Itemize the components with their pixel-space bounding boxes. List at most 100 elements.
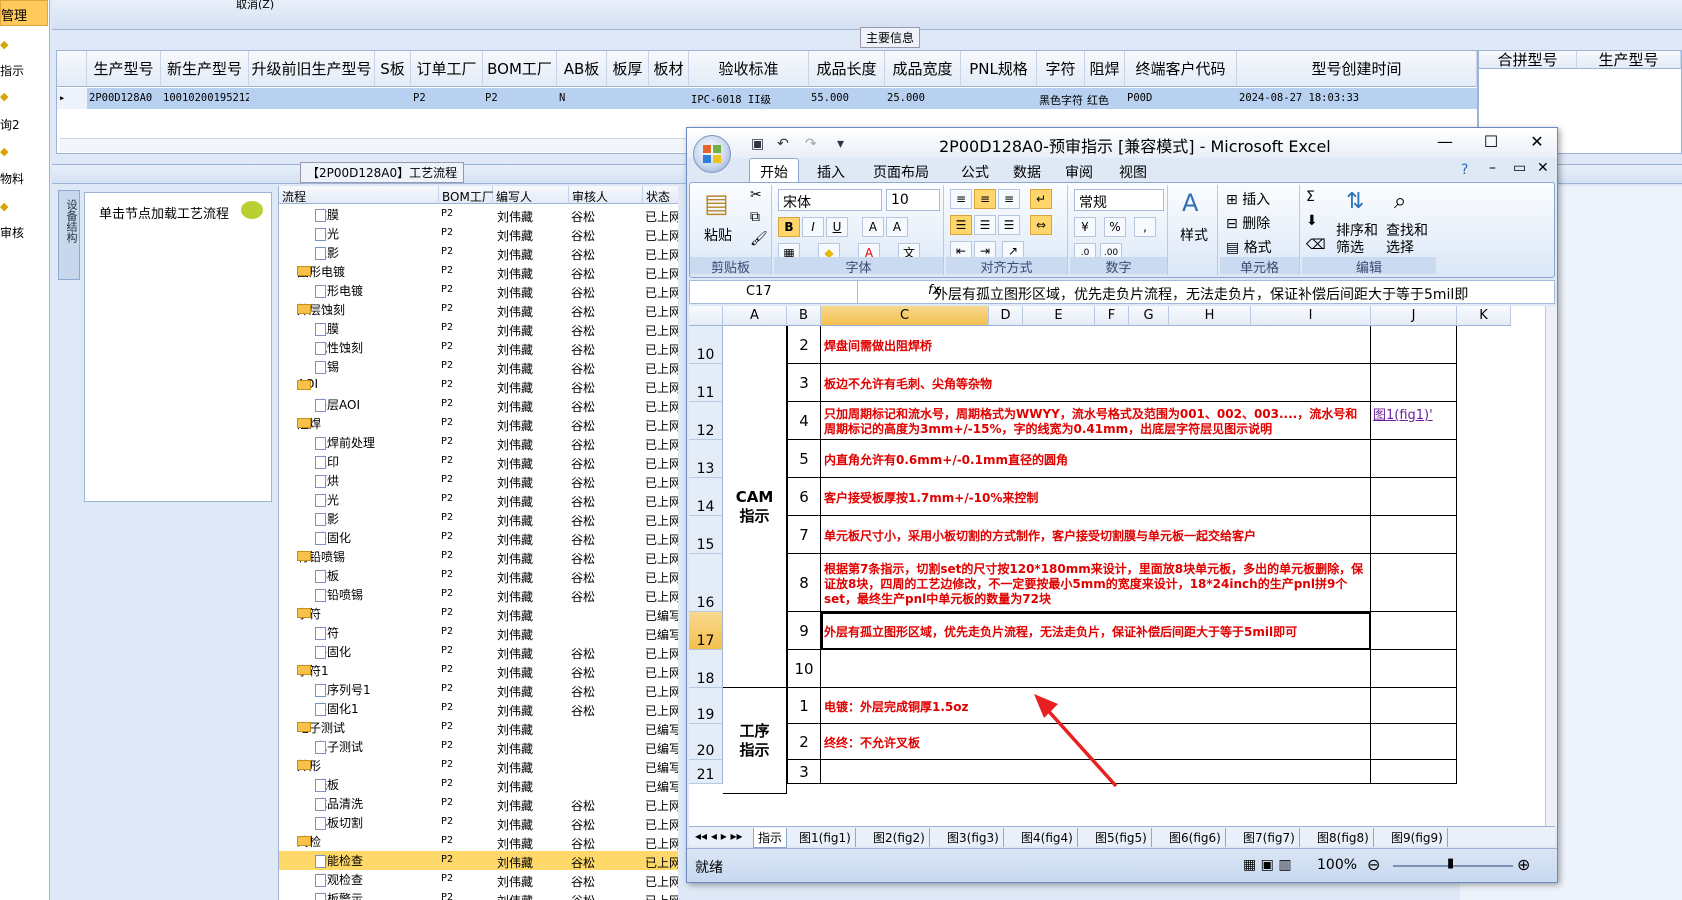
tree-row[interactable]: 字符1 P2 刘伟藏 谷松 已上网 — [279, 661, 678, 680]
tree-row[interactable]: 有铅喷锡 P2 刘伟藏 谷松 已上网 — [279, 585, 678, 604]
table-cell[interactable] — [375, 88, 411, 109]
tree-row[interactable]: 外层AOI P2 刘伟藏 谷松 已上网 — [279, 395, 678, 414]
row-header[interactable]: 20 — [689, 724, 723, 760]
fill-icon[interactable]: ⬇ — [1306, 213, 1318, 229]
table-cell[interactable]: 10010200195212 — [161, 88, 249, 109]
tree-row[interactable]: 图形电镀 P2 刘伟藏 谷松 已上网 — [279, 281, 678, 300]
tree-row[interactable]: 电子测试 P2 刘伟藏 已编写 — [279, 718, 678, 737]
sheet-tab[interactable]: 图2(fig2) — [869, 828, 930, 847]
styles-button[interactable]: 样式 — [1180, 225, 1208, 245]
tree-row[interactable]: 图形电镀 P2 刘伟藏 谷松 已上网 — [279, 262, 678, 281]
col-header[interactable]: BOM工厂 — [483, 51, 557, 87]
grow-font-icon[interactable]: A — [862, 217, 884, 237]
nav-item-4[interactable]: 审核 — [0, 224, 24, 241]
align-center-icon[interactable]: ☰ — [974, 215, 996, 235]
link-cell[interactable] — [1371, 650, 1457, 688]
percent-icon[interactable]: % — [1104, 217, 1126, 237]
col-header[interactable]: 板厚 — [607, 51, 649, 87]
tree-row[interactable]: 印序列号1 P2 刘伟藏 谷松 已上网 — [279, 680, 678, 699]
link-cell[interactable] — [1371, 478, 1457, 516]
item-number[interactable]: 8 — [787, 554, 821, 612]
align-top-icon[interactable]: ≡ — [950, 189, 972, 209]
styles-icon[interactable]: A — [1182, 189, 1198, 217]
row-header[interactable]: 12 — [689, 402, 723, 440]
tree-col-header[interactable]: 审核人 — [569, 186, 643, 204]
column-header[interactable]: A — [723, 306, 787, 326]
sheet-tab[interactable]: 图6(fig6) — [1165, 828, 1226, 847]
nav-item-2[interactable]: 询2 — [0, 116, 20, 133]
format-painter-icon[interactable]: 🖌 — [750, 231, 768, 247]
col-header[interactable]: PNL规格 — [961, 51, 1037, 87]
tree-col-header[interactable]: 流程 — [279, 186, 439, 204]
tree-row[interactable]: 字符P2刘伟藏已编写 — [279, 623, 678, 642]
col-header[interactable]: 生产型号 — [87, 51, 161, 87]
tree-row[interactable]: 铣板 P2 刘伟藏 已编写 — [279, 775, 678, 794]
align-bottom-icon[interactable]: ≡ — [998, 189, 1020, 209]
row-header[interactable]: 21 — [689, 760, 723, 784]
format-button[interactable]: ▤ 格式 — [1226, 237, 1272, 257]
row-header[interactable]: 16 — [689, 554, 723, 612]
column-header[interactable]: F — [1095, 306, 1129, 326]
zoom-level[interactable]: 100% — [1317, 857, 1357, 873]
tree-row[interactable]: 终检P2刘伟藏谷松已上网 — [279, 832, 678, 851]
ribbon-minimize-icon[interactable]: – — [1489, 160, 1496, 176]
instruction-cell[interactable]: 内直角允许有0.6mm+/-0.1mm直径的圆角 — [821, 440, 1371, 478]
tree-col-header[interactable]: BOM工厂 — [439, 186, 494, 204]
item-number[interactable]: 9 — [787, 612, 821, 650]
tree-row[interactable]: 阻焊前处理 P2 刘伟藏 谷松 已上网 — [279, 433, 678, 452]
save-icon[interactable]: ▣ — [751, 136, 764, 152]
tab-data[interactable]: 数据 — [1005, 161, 1049, 183]
instruction-cell[interactable]: 焊盘间需做出阻焊桥 — [821, 326, 1371, 364]
instruction-cell[interactable]: 外层有孤立图形区域，优先走负片流程，无法走负片，保证补偿后间距大于等于5mil即… — [821, 612, 1371, 650]
nav-item-1[interactable]: 指示 — [0, 62, 24, 79]
row-header[interactable]: 11 — [689, 364, 723, 402]
sort-filter-button[interactable]: 排序和 筛选 — [1336, 223, 1378, 257]
table-cell[interactable]: 红色 — [1085, 88, 1125, 109]
redo-icon[interactable]: ↷ — [805, 136, 817, 152]
tree-row[interactable]: 显影 P2 刘伟藏 谷松 已上网 — [279, 509, 678, 528]
tree-row[interactable]: 贴膜 P2 刘伟藏 谷松 已上网 — [279, 205, 678, 224]
sheet-tab[interactable]: 图4(fig4) — [1017, 828, 1078, 847]
item-number[interactable]: 10 — [787, 650, 821, 688]
sheet-nav-icon[interactable]: ◂◂ ◂ ▸ ▸▸ — [691, 828, 747, 844]
help-icon[interactable]: ? — [1461, 162, 1468, 178]
font-size-select[interactable]: 10 — [886, 189, 940, 211]
tree-row[interactable]: 外层蚀刻 P2 刘伟藏 谷松 已上网 — [279, 300, 678, 319]
column-header[interactable]: J — [1371, 306, 1457, 326]
tree-row[interactable]: 曝光 P2 刘伟藏 谷松 已上网 — [279, 490, 678, 509]
column-header[interactable]: E — [1023, 306, 1095, 326]
row-header[interactable]: 10 — [689, 326, 723, 364]
tree-row[interactable]: 曝光 P2 刘伟藏 谷松 已上网 — [279, 224, 678, 243]
tab-view[interactable]: 视图 — [1111, 161, 1155, 183]
tree-row[interactable]: 阻焊P2刘伟藏谷松已上网 — [279, 414, 678, 433]
cut-icon[interactable]: ✂ — [750, 187, 762, 203]
col-header[interactable]: 合拼型号 — [1479, 51, 1577, 69]
tree-row[interactable]: 成品清洗 P2 刘伟藏 谷松 已上网 — [279, 794, 678, 813]
col-header[interactable]: 终端客户代码 — [1125, 51, 1237, 87]
tab-page-layout[interactable]: 页面布局 — [865, 161, 937, 183]
row-header[interactable]: 18 — [689, 650, 723, 688]
link-cell[interactable]: 图1(fig1)' — [1371, 402, 1457, 440]
item-number[interactable]: 6 — [787, 478, 821, 516]
table-cell[interactable]: IPC-6018 II级 — [689, 88, 809, 109]
col-header[interactable]: S板 — [375, 51, 411, 87]
row-header[interactable]: 14 — [689, 478, 723, 516]
instruction-cell[interactable]: 客户接受板厚按1.7mm+/-10%来控制 — [821, 478, 1371, 516]
tree-row[interactable]: 碱性蚀刻 P2 刘伟藏 谷松 已上网 — [279, 338, 678, 357]
table-cell[interactable]: 25.000 — [885, 88, 961, 109]
tree-col-header[interactable]: 状态 — [643, 186, 678, 204]
col-header[interactable]: 验收标准 — [689, 51, 809, 87]
undo-icon[interactable]: ↶ — [777, 136, 789, 152]
link-cell[interactable] — [1371, 364, 1457, 402]
customize-qat-icon[interactable]: ▾ — [837, 136, 844, 152]
link-cell[interactable] — [1371, 516, 1457, 554]
col-header[interactable]: 生产型号 — [1577, 51, 1681, 69]
paste-button[interactable]: 粘贴 — [704, 225, 732, 245]
column-header[interactable]: G — [1129, 306, 1169, 326]
tree-row[interactable]: 电子测试 P2 刘伟藏 已编写 — [279, 737, 678, 756]
normal-view-icon[interactable]: ▦ ▣ ▥ — [1243, 857, 1292, 873]
tree-row[interactable]: 小板切割 P2 刘伟藏 谷松 已上网 — [279, 813, 678, 832]
instruction-cell[interactable]: 板边不允许有毛刺、尖角等杂物 — [821, 364, 1371, 402]
tree-row[interactable]: 终固化 P2 刘伟藏 谷松 已上网 — [279, 642, 678, 661]
item-number[interactable]: 1 — [787, 688, 821, 724]
